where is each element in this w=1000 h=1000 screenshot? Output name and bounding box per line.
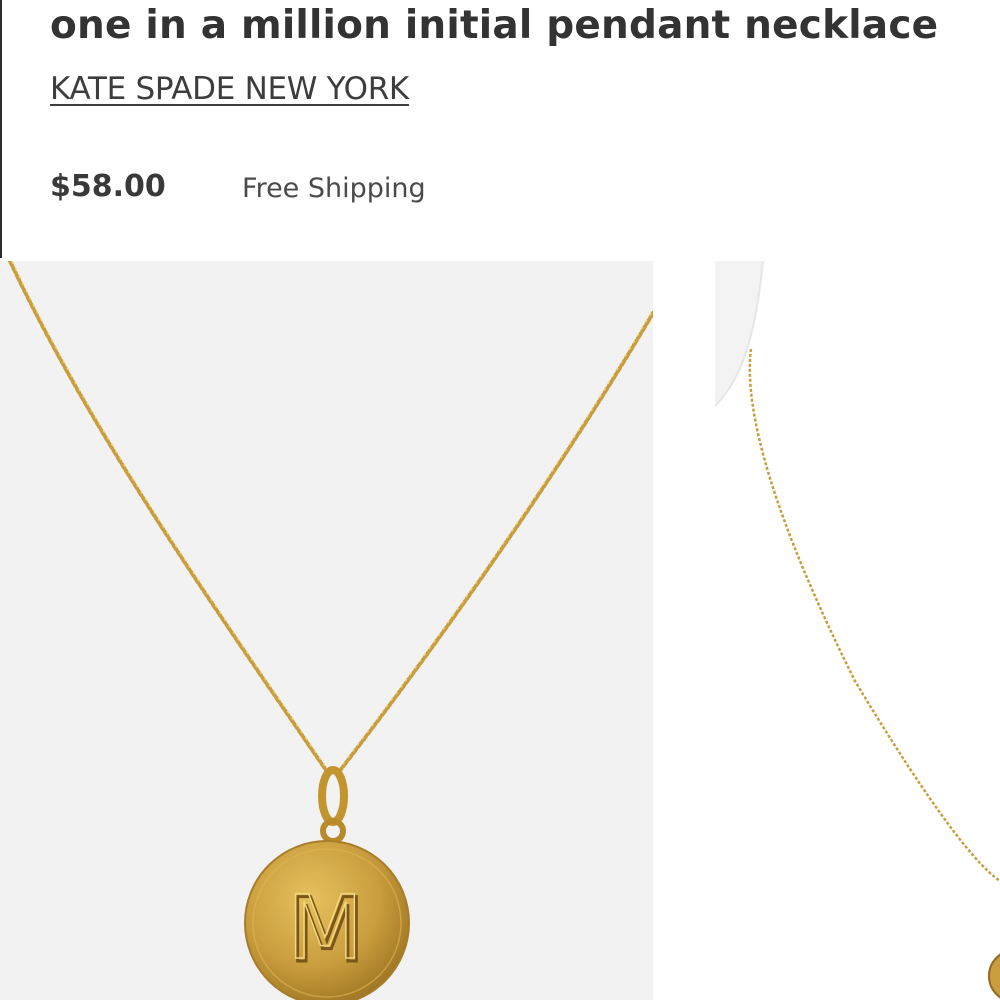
product-price: $58.00: [50, 169, 166, 204]
product-image-secondary[interactable]: [715, 261, 1000, 1000]
image-gallery[interactable]: M M: [0, 258, 1000, 1000]
display-bust: [715, 261, 1000, 1000]
bust-illustration: [715, 261, 1000, 1000]
necklace-illustration: M M: [0, 261, 653, 1000]
product-image-main[interactable]: M M: [0, 261, 653, 1000]
brand-link[interactable]: KATE SPADE NEW YORK: [50, 70, 409, 108]
svg-text:M: M: [287, 876, 363, 979]
product-title: one in a million initial pendant necklac…: [50, 3, 939, 48]
product-page: one in a million initial pendant necklac…: [0, 0, 1000, 1000]
window-edge: [0, 0, 2, 258]
shipping-info: Free Shipping: [242, 173, 426, 204]
